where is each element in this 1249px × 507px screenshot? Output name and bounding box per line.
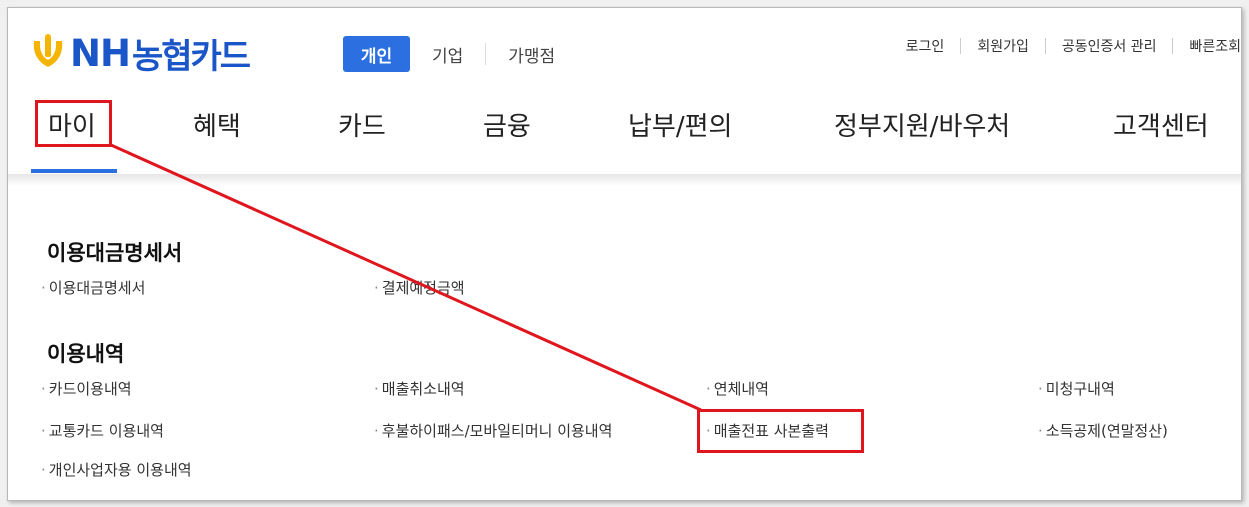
highlight-box-my — [35, 100, 112, 147]
nav-benefits[interactable]: 혜택 — [193, 106, 241, 143]
signup-link[interactable]: 회원가입 — [961, 36, 1045, 56]
logo-korean-text: 농협카드 — [131, 36, 251, 77]
link-payment-due[interactable]: 결제예정금액 — [374, 277, 465, 298]
nav-customer-center[interactable]: 고객센터 — [1113, 106, 1209, 143]
nh-emblem-icon — [33, 34, 63, 67]
nav-finance[interactable]: 금융 — [483, 106, 531, 143]
link-transit-card[interactable]: 교통카드 이용내역 — [41, 420, 164, 441]
browser-frame: NH 농협카드 개인 기업 가맹점 로그인 회원가입 공동인증서 관리 빠른조회… — [7, 7, 1242, 501]
nav-gov-support[interactable]: 정부지원/바우처 — [834, 106, 1010, 143]
link-business-usage[interactable]: 개인사업자용 이용내역 — [41, 459, 192, 480]
link-card-usage[interactable]: 카드이용내역 — [41, 378, 132, 399]
segment-business[interactable]: 기업 — [410, 36, 485, 72]
segment-personal[interactable]: 개인 — [343, 36, 410, 72]
nav-card[interactable]: 카드 — [338, 106, 386, 143]
certificate-link[interactable]: 공동인증서 관리 — [1046, 36, 1173, 56]
highlight-box-receipt — [697, 409, 864, 453]
link-cancel-history[interactable]: 매출취소내역 — [374, 378, 465, 399]
main-nav: 마이 혜택 카드 금융 납부/편의 정부지원/바우처 고객센터 — [8, 98, 1241, 174]
link-statement[interactable]: 이용대금명세서 — [41, 277, 146, 298]
nh-card-logo[interactable]: NH 농협카드 — [28, 31, 251, 77]
nav-payment[interactable]: 납부/편의 — [628, 106, 732, 143]
section-title-statement: 이용대금명세서 — [47, 241, 183, 265]
customer-type-switch: 개인 기업 가맹점 — [343, 36, 577, 72]
login-link[interactable]: 로그인 — [890, 36, 961, 56]
segment-merchant[interactable]: 가맹점 — [486, 36, 577, 72]
nav-active-indicator — [31, 169, 117, 173]
link-unbilled[interactable]: 미청구내역 — [1038, 378, 1115, 399]
nav-shadow — [8, 174, 1241, 186]
section-title-usage: 이용내역 — [47, 342, 125, 366]
logo-nh-text: NH — [70, 31, 131, 75]
link-hipass-tmoney[interactable]: 후불하이패스/모바일티머니 이용내역 — [374, 420, 613, 441]
quick-lookup-link[interactable]: 빠른조회 — [1173, 36, 1241, 56]
utility-nav: 로그인 회원가입 공동인증서 관리 빠른조회 — [890, 36, 1241, 56]
link-tax-deduction[interactable]: 소득공제(연말정산) — [1038, 420, 1168, 441]
link-overdue[interactable]: 연체내역 — [706, 378, 769, 399]
